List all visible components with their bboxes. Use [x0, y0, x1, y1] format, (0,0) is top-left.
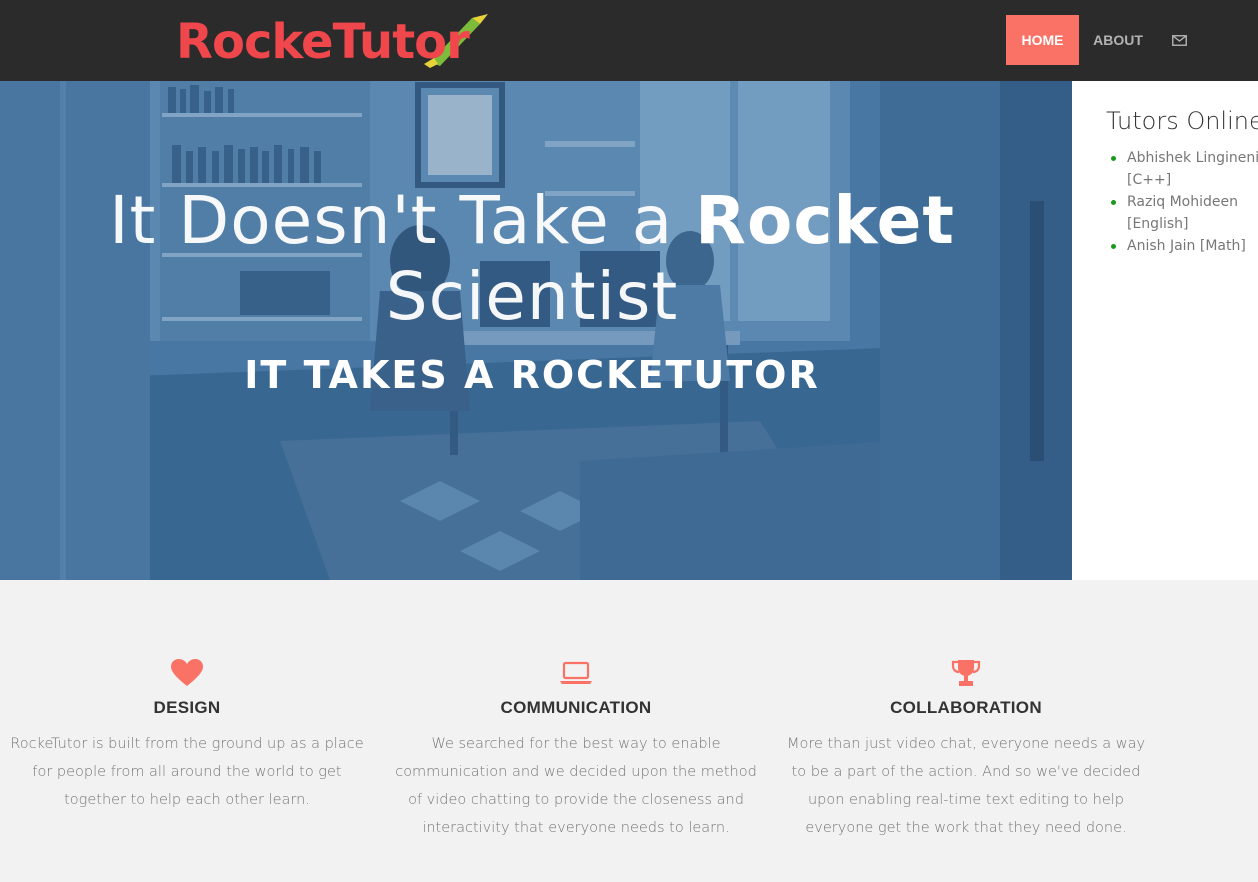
hero-title-light: It Doesn't Take a: [109, 182, 674, 259]
navbar: RockeTutor HOME ABOUT: [0, 0, 1258, 81]
hero-banner: It Doesn't Take a Rocket Scientist IT TA…: [0, 81, 1072, 580]
feature-text: We searched for the best way to enable c…: [395, 736, 757, 836]
trophy-icon: [951, 660, 981, 686]
tutors-online-panel: Tutors Online Abhishek Lingineni [C++] R…: [1072, 81, 1258, 580]
feature-text: RockeTutor is built from the ground up a…: [10, 736, 364, 808]
feature-communication: COMMUNICATION We searched for the best w…: [391, 656, 761, 842]
tutor-item[interactable]: Abhishek Lingineni [C++]: [1108, 147, 1258, 191]
tutor-item[interactable]: Raziq Mohideen [English]: [1108, 191, 1258, 235]
hero-title-bold: Rocket: [695, 182, 955, 259]
envelope-icon: [1171, 34, 1187, 46]
tutor-item[interactable]: Anish Jain [Math]: [1108, 235, 1258, 257]
feature-collaboration: COLLABORATION More than just video chat,…: [781, 656, 1151, 842]
feature-title: COLLABORATION: [890, 698, 1042, 717]
laptop-icon: [560, 661, 592, 684]
nav-home-link[interactable]: HOME: [1006, 15, 1079, 65]
feature-text: More than just video chat, everyone need…: [786, 736, 1146, 836]
nav-mail-link[interactable]: [1162, 15, 1196, 65]
hero-subtitle: IT TAKES A ROCKETUTOR: [244, 353, 820, 397]
logo-text: RockeTutor: [176, 14, 470, 70]
feature-title: DESIGN: [153, 698, 221, 717]
tutors-list: Abhishek Lingineni [C++] Raziq Mohideen …: [1108, 147, 1258, 257]
tutors-online-title: Tutors Online: [1106, 107, 1258, 135]
logo[interactable]: RockeTutor: [176, 8, 506, 74]
heart-icon: [171, 659, 203, 686]
hero-title: It Doesn't Take a Rocket Scientist: [0, 183, 1064, 335]
feature-design: DESIGN RockeTutor is built from the grou…: [2, 656, 372, 814]
feature-title: COMMUNICATION: [500, 698, 652, 717]
nav-about-link[interactable]: ABOUT: [1084, 15, 1152, 65]
hero-title-line2: Scientist: [385, 258, 679, 335]
